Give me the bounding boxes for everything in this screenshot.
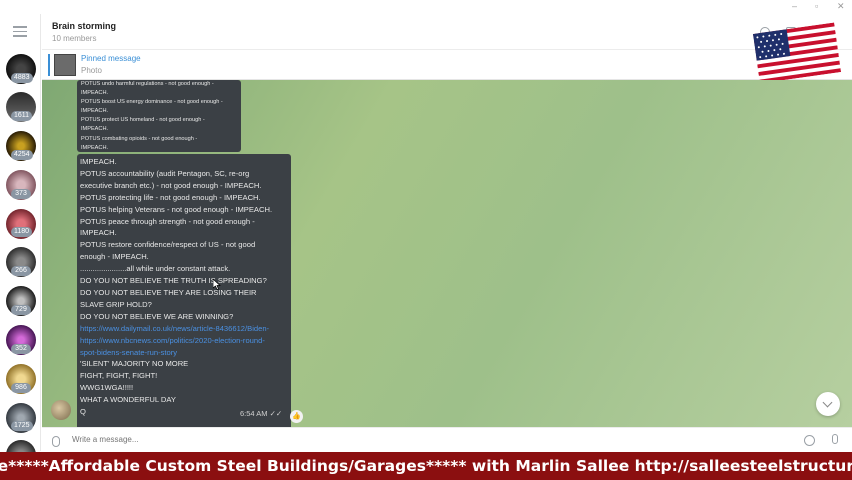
mouse-cursor-icon xyxy=(213,279,221,290)
more-options-icon[interactable] xyxy=(836,27,839,37)
window-titlebar: – ▫ ✕ xyxy=(0,0,852,14)
message-line: IMPEACH. xyxy=(81,126,109,133)
pinned-title: Pinned message xyxy=(81,54,141,63)
unread-badge: 4883 xyxy=(11,73,33,83)
close-icon[interactable]: ✕ xyxy=(837,1,845,12)
message-time: 6:54 AM ✓✓ xyxy=(240,409,282,418)
message-composer xyxy=(42,427,852,452)
message-line: 'SILENT' MAJORITY NO MORE xyxy=(80,359,189,369)
unread-badge: 373 xyxy=(11,189,31,199)
thumbs-up-reaction-icon[interactable]: 👍 xyxy=(290,410,303,423)
unread-badge: 1611 xyxy=(11,111,33,121)
ticker-text: re*****Affordable Custom Steel Buildings… xyxy=(0,457,852,475)
message-bubble[interactable]: POTUS undo harmful regulations - not goo… xyxy=(77,80,241,152)
paperclip-icon[interactable] xyxy=(52,436,60,447)
maximize-icon[interactable]: ▫ xyxy=(815,1,818,11)
chat-messages-area[interactable]: POTUS undo harmful regulations - not goo… xyxy=(42,80,852,427)
message-line: DO YOU NOT BELIEVE THEY ARE LOSING THEIR xyxy=(80,287,257,297)
message-line: DO YOU NOT BELIEVE THE TRUTH IS SPREADIN… xyxy=(80,276,267,286)
message-timestamp: 6:54 AM xyxy=(240,409,268,418)
hamburger-menu-icon[interactable] xyxy=(13,26,27,37)
message-line: executive branch etc.) - not good enough… xyxy=(80,180,262,190)
chat-header[interactable]: Brain storming 10 members xyxy=(42,14,852,50)
message-bubble[interactable]: IMPEACH. POTUS accountability (audit Pen… xyxy=(77,154,291,427)
unread-badge: 4254 xyxy=(11,150,33,160)
chat-title: Brain storming xyxy=(52,21,117,31)
unread-badge: 986 xyxy=(11,383,31,393)
message-line: POTUS protecting life - not good enough … xyxy=(80,192,261,202)
pinned-thumbnail xyxy=(54,54,76,76)
emoji-icon[interactable] xyxy=(804,435,815,446)
double-check-icon: ✓✓ xyxy=(269,409,283,418)
message-line: POTUS helping Veterans - not good enough… xyxy=(80,204,273,214)
chat-list-sidebar: 4883 1611 4254 373 1180 266 729 352 986 … xyxy=(0,14,41,470)
pinned-subtitle: Photo xyxy=(81,66,102,75)
message-line: IMPEACH. xyxy=(80,228,117,238)
message-line: POTUS peace through strength - not good … xyxy=(80,216,255,226)
message-line: WWG1WGA!!!!! xyxy=(80,383,134,393)
message-input[interactable] xyxy=(72,435,772,444)
unread-badge: 729 xyxy=(11,305,31,315)
message-link[interactable]: spot-bidens-senate-run-story xyxy=(80,347,288,359)
unread-badge: 352 xyxy=(11,344,31,354)
message-line: IMPEACH. xyxy=(80,157,117,166)
message-link[interactable]: https://www.dailymail.co.uk/news/article… xyxy=(80,323,288,335)
message-line: POTUS accountability (audit Pentagon, SC… xyxy=(80,168,250,178)
microphone-icon[interactable] xyxy=(832,434,838,444)
message-line: POTUS combating opioids - not good enoug… xyxy=(81,135,198,142)
message-line: WHAT A WONDERFUL DAY xyxy=(80,395,176,405)
pinned-message-bar[interactable]: Pinned message Photo xyxy=(42,50,852,80)
unread-badge: 1725 xyxy=(11,421,33,431)
message-line: enough - IMPEACH. xyxy=(80,252,149,262)
pinned-accent-bar xyxy=(48,54,50,76)
unread-badge: 1180 xyxy=(11,227,33,237)
unread-badge: 266 xyxy=(11,266,31,276)
ticker-banner: re*****Affordable Custom Steel Buildings… xyxy=(0,452,852,480)
message-line: DO YOU NOT BELIEVE WE ARE WINNING? xyxy=(80,311,234,321)
message-line: POTUS boost US energy dominance - not go… xyxy=(81,99,223,106)
message-line: POTUS undo harmful regulations - not goo… xyxy=(81,81,214,87)
message-link[interactable]: https://www.nbcnews.com/politics/2020-el… xyxy=(80,335,288,347)
minimize-icon[interactable]: – xyxy=(792,1,797,11)
scroll-down-button[interactable] xyxy=(816,392,840,416)
message-line: FIGHT, FIGHT, FIGHT! xyxy=(80,371,158,381)
message-line: SLAVE GRIP HOLD? xyxy=(80,299,152,309)
message-line: POTUS restore confidence/respect of US -… xyxy=(80,240,256,250)
sender-avatar[interactable] xyxy=(51,400,71,420)
message-line: ......................all while under co… xyxy=(80,264,231,274)
member-count: 10 members xyxy=(52,34,97,43)
message-line: POTUS protect US homeland - not good eno… xyxy=(81,117,205,124)
message-line: IMPEACH. xyxy=(81,90,109,97)
message-line: IMPEACH. xyxy=(81,108,109,115)
message-line: IMPEACH. xyxy=(81,144,109,151)
